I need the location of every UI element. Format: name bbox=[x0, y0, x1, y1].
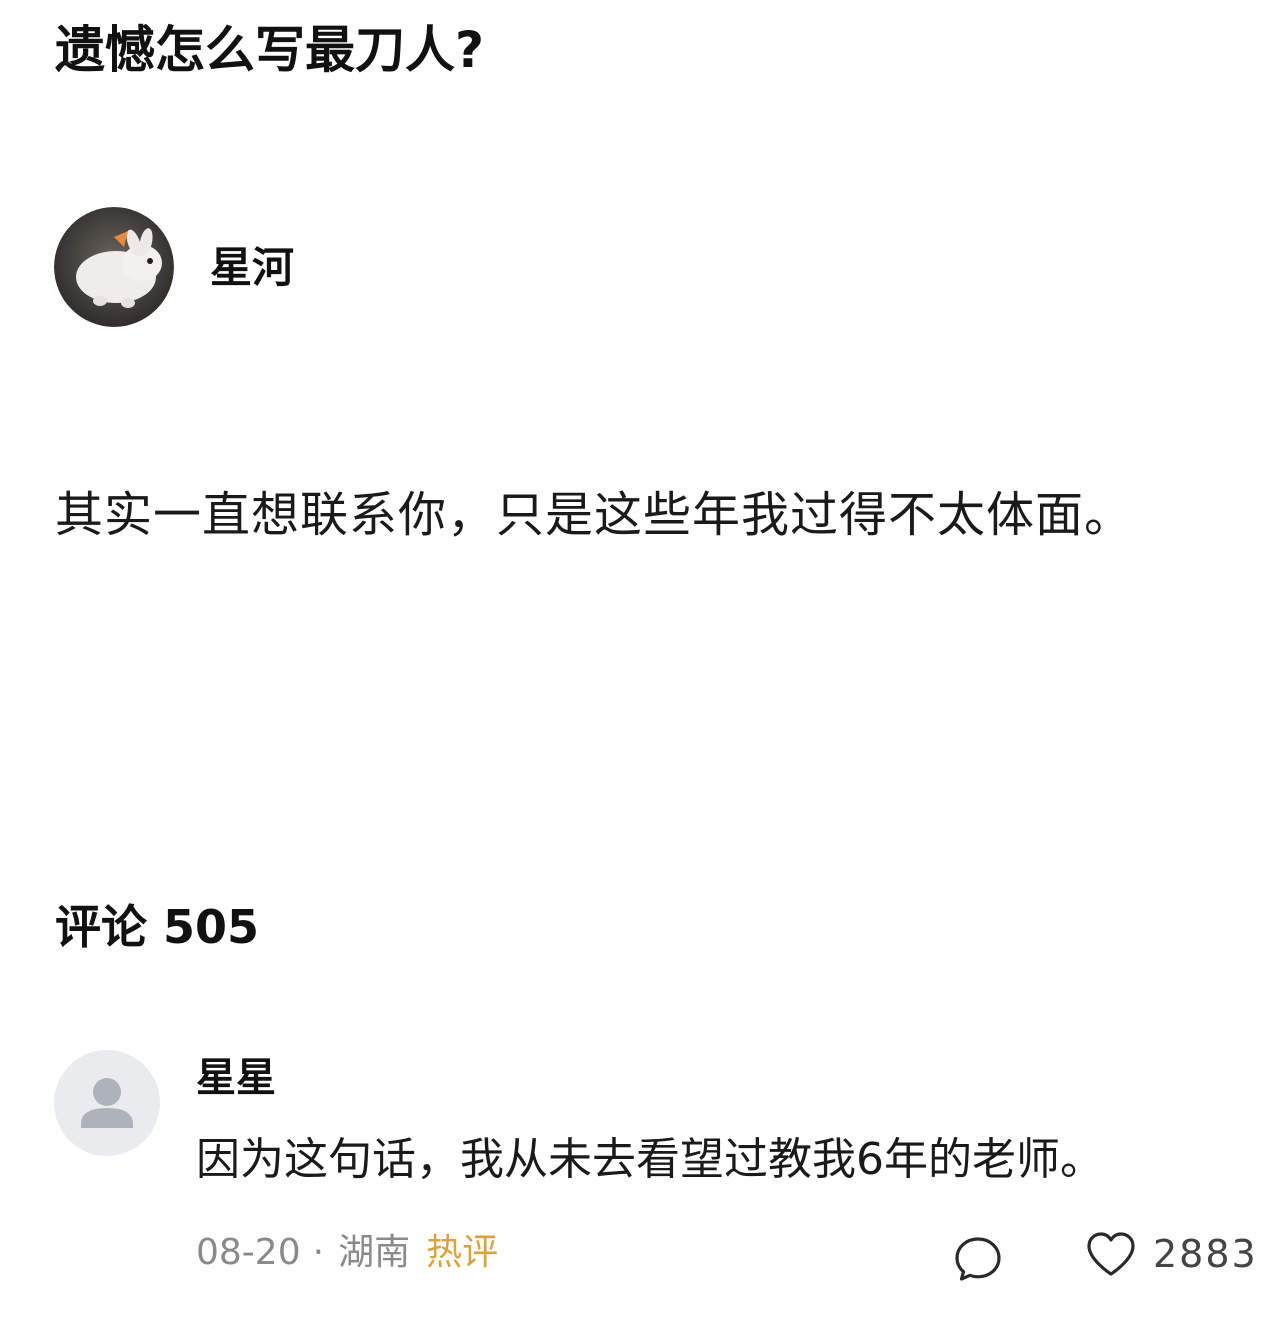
comment-text: 因为这句话，我从未去看望过教我6年的老师。 bbox=[196, 1134, 1104, 1185]
comments-label: 评论 bbox=[55, 900, 147, 954]
reply-button[interactable] bbox=[953, 1234, 1003, 1284]
comments-header: 评论 505 bbox=[55, 895, 259, 959]
comment-date: 08-20 bbox=[196, 1232, 301, 1273]
question-title: 遗憾怎么写最刀人? bbox=[55, 21, 485, 79]
comment-meta: 08-20 · 湖南 热评 bbox=[196, 1226, 498, 1280]
comment-location: 湖南 bbox=[338, 1232, 411, 1273]
like-count: 2883 bbox=[1153, 1232, 1258, 1276]
heart-outline-icon bbox=[1087, 1232, 1135, 1276]
comment-author[interactable]: 星星 bbox=[196, 1050, 276, 1106]
meta-separator: · bbox=[312, 1232, 325, 1273]
comment-avatar[interactable] bbox=[54, 1050, 160, 1156]
comments-count: 505 bbox=[163, 900, 260, 954]
rabbit-avatar-icon bbox=[54, 207, 174, 327]
like-button[interactable]: 2883 bbox=[1085, 1226, 1258, 1282]
comment-bubble-icon bbox=[955, 1237, 1001, 1281]
author-avatar[interactable] bbox=[54, 207, 174, 327]
answer-text: 其实一直想联系你，只是这些年我过得不太体面。 bbox=[55, 487, 1134, 543]
author-name[interactable]: 星河 bbox=[210, 240, 294, 296]
hot-comment-badge: 热评 bbox=[426, 1232, 499, 1273]
default-user-icon bbox=[81, 1078, 133, 1128]
